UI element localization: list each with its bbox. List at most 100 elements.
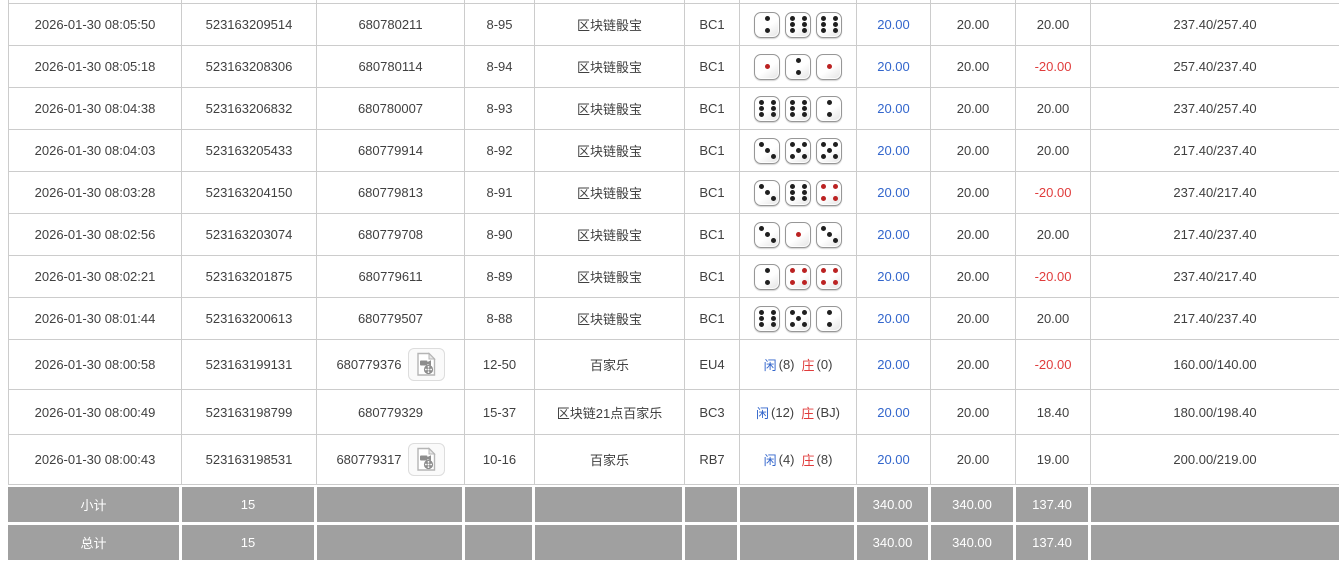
round-id: 680779914 xyxy=(317,130,465,171)
table-round: 15-37 xyxy=(465,390,535,434)
bet-amount-link[interactable]: 20.00 xyxy=(877,143,910,158)
bet-amount-cell: 20.00 xyxy=(857,214,931,255)
red-pip xyxy=(821,196,826,201)
win-loss: -20.00 xyxy=(1016,172,1091,213)
die-face-3 xyxy=(754,180,780,206)
valid-amount-text: 20.00 xyxy=(957,269,990,284)
bet-time-text: 2026-01-30 08:04:03 xyxy=(35,143,156,158)
bet-amount-link[interactable]: 20.00 xyxy=(877,452,910,467)
table-round: 8-93 xyxy=(465,88,535,129)
valid-amount: 20.00 xyxy=(931,214,1016,255)
bet-amount-link[interactable]: 20.00 xyxy=(877,311,910,326)
balance-before-after: 237.40/217.40 xyxy=(1091,172,1339,213)
sliver-cell xyxy=(317,0,465,3)
black-pip xyxy=(790,16,795,21)
round-id-text: 680779813 xyxy=(358,185,423,200)
summary-bet-total: 340.00 xyxy=(857,525,931,560)
die-face-4 xyxy=(785,264,811,290)
bet-time: 2026-01-30 08:01:44 xyxy=(8,298,182,339)
bet-amount-link[interactable]: 20.00 xyxy=(877,357,910,372)
bet-amount-link[interactable]: 20.00 xyxy=(877,405,910,420)
table-row: 2026-01-30 08:04:03 523163205433 680779914… xyxy=(8,130,1339,172)
balance-before-after-text: 237.40/217.40 xyxy=(1173,269,1256,284)
round-id: 680779507 xyxy=(317,298,465,339)
summary-empty xyxy=(1091,525,1339,560)
black-pip xyxy=(833,142,838,147)
win-loss: 20.00 xyxy=(1016,88,1091,129)
black-pip xyxy=(771,196,776,201)
bet-time: 2026-01-30 08:05:18 xyxy=(8,46,182,87)
balance-before-after-text: 237.40/257.40 xyxy=(1173,17,1256,32)
bet-time-text: 2026-01-30 08:02:56 xyxy=(35,227,156,242)
bet-id-text: 523163206832 xyxy=(206,101,293,116)
bet-amount-link[interactable]: 20.00 xyxy=(877,227,910,242)
die-face-6 xyxy=(785,12,811,38)
summary-empty xyxy=(535,525,685,560)
summary-count: 15 xyxy=(182,487,317,522)
game-name-text: 区块链骰宝 xyxy=(577,183,642,202)
video-replay-button[interactable] xyxy=(408,443,445,476)
table-code-text: BC1 xyxy=(699,143,724,158)
black-pip xyxy=(802,22,807,27)
win-loss: 18.40 xyxy=(1016,390,1091,434)
bet-records-table: 2026-01-30 08:05:50523163209514680780211… xyxy=(8,0,1339,560)
game-result xyxy=(740,88,857,129)
red-pip xyxy=(833,196,838,201)
table-round-text: 8-90 xyxy=(486,227,512,242)
red-pip xyxy=(833,268,838,273)
balance-before-after: 257.40/237.40 xyxy=(1091,46,1339,87)
black-pip xyxy=(821,16,826,21)
pip-slot xyxy=(832,196,838,202)
black-pip xyxy=(802,196,807,201)
pip-slot xyxy=(832,112,838,118)
black-pip xyxy=(759,226,764,231)
black-pip xyxy=(759,316,764,321)
black-pip xyxy=(790,184,795,189)
bet-amount-cell: 20.00 xyxy=(857,390,931,434)
game-result xyxy=(740,298,857,339)
pip-slot xyxy=(770,322,776,328)
black-pip xyxy=(790,22,795,27)
table-code-text: BC1 xyxy=(699,101,724,116)
game-name: 区块链骰宝 xyxy=(535,256,685,297)
bet-amount-cell: 20.00 xyxy=(857,46,931,87)
die-face-1 xyxy=(816,54,842,80)
valid-amount: 20.00 xyxy=(931,46,1016,87)
round-id: 680779329 xyxy=(317,390,465,434)
video-replay-button[interactable] xyxy=(408,348,445,381)
black-pip xyxy=(802,28,807,33)
subtotal-row: 小计15340.00340.00137.40 xyxy=(8,487,1339,522)
round-id: 680779813 xyxy=(317,172,465,213)
video-file-icon xyxy=(416,447,437,472)
summary-empty xyxy=(740,487,857,522)
black-pip xyxy=(790,28,795,33)
table-round-text: 12-50 xyxy=(483,357,516,372)
bet-id-text: 523163205433 xyxy=(206,143,293,158)
sliver-cell xyxy=(931,0,1016,3)
records-body: 2026-01-30 08:05:50523163209514680780211… xyxy=(8,4,1339,485)
bet-amount-link[interactable]: 20.00 xyxy=(877,59,910,74)
balance-before-after: 180.00/198.40 xyxy=(1091,390,1339,434)
bet-amount-link[interactable]: 20.00 xyxy=(877,101,910,116)
game-name: 区块链骰宝 xyxy=(535,46,685,87)
game-name: 区块链骰宝 xyxy=(535,4,685,45)
records-summary: 小计15340.00340.00137.40总计15340.00340.0013… xyxy=(8,487,1339,560)
table-row: 2026-01-30 08:05:18523163208306680780114… xyxy=(8,46,1339,88)
pip-slot xyxy=(770,280,776,286)
round-id-text: 680780007 xyxy=(358,101,423,116)
die-face-6 xyxy=(785,180,811,206)
die-face-4 xyxy=(816,264,842,290)
sliver-cell xyxy=(8,0,182,3)
black-pip xyxy=(771,100,776,105)
bet-amount-link[interactable]: 20.00 xyxy=(877,185,910,200)
table-round: 8-94 xyxy=(465,46,535,87)
pip-slot xyxy=(770,238,776,244)
game-result-dice xyxy=(754,264,842,290)
summary-winloss-total-text: 137.40 xyxy=(1032,535,1072,550)
game-name-text: 区块链骰宝 xyxy=(577,57,642,76)
summary-label: 总计 xyxy=(8,525,182,560)
black-pip xyxy=(821,226,826,231)
bet-amount-cell: 20.00 xyxy=(857,88,931,129)
bet-amount-link[interactable]: 20.00 xyxy=(877,17,910,32)
bet-amount-link[interactable]: 20.00 xyxy=(877,269,910,284)
